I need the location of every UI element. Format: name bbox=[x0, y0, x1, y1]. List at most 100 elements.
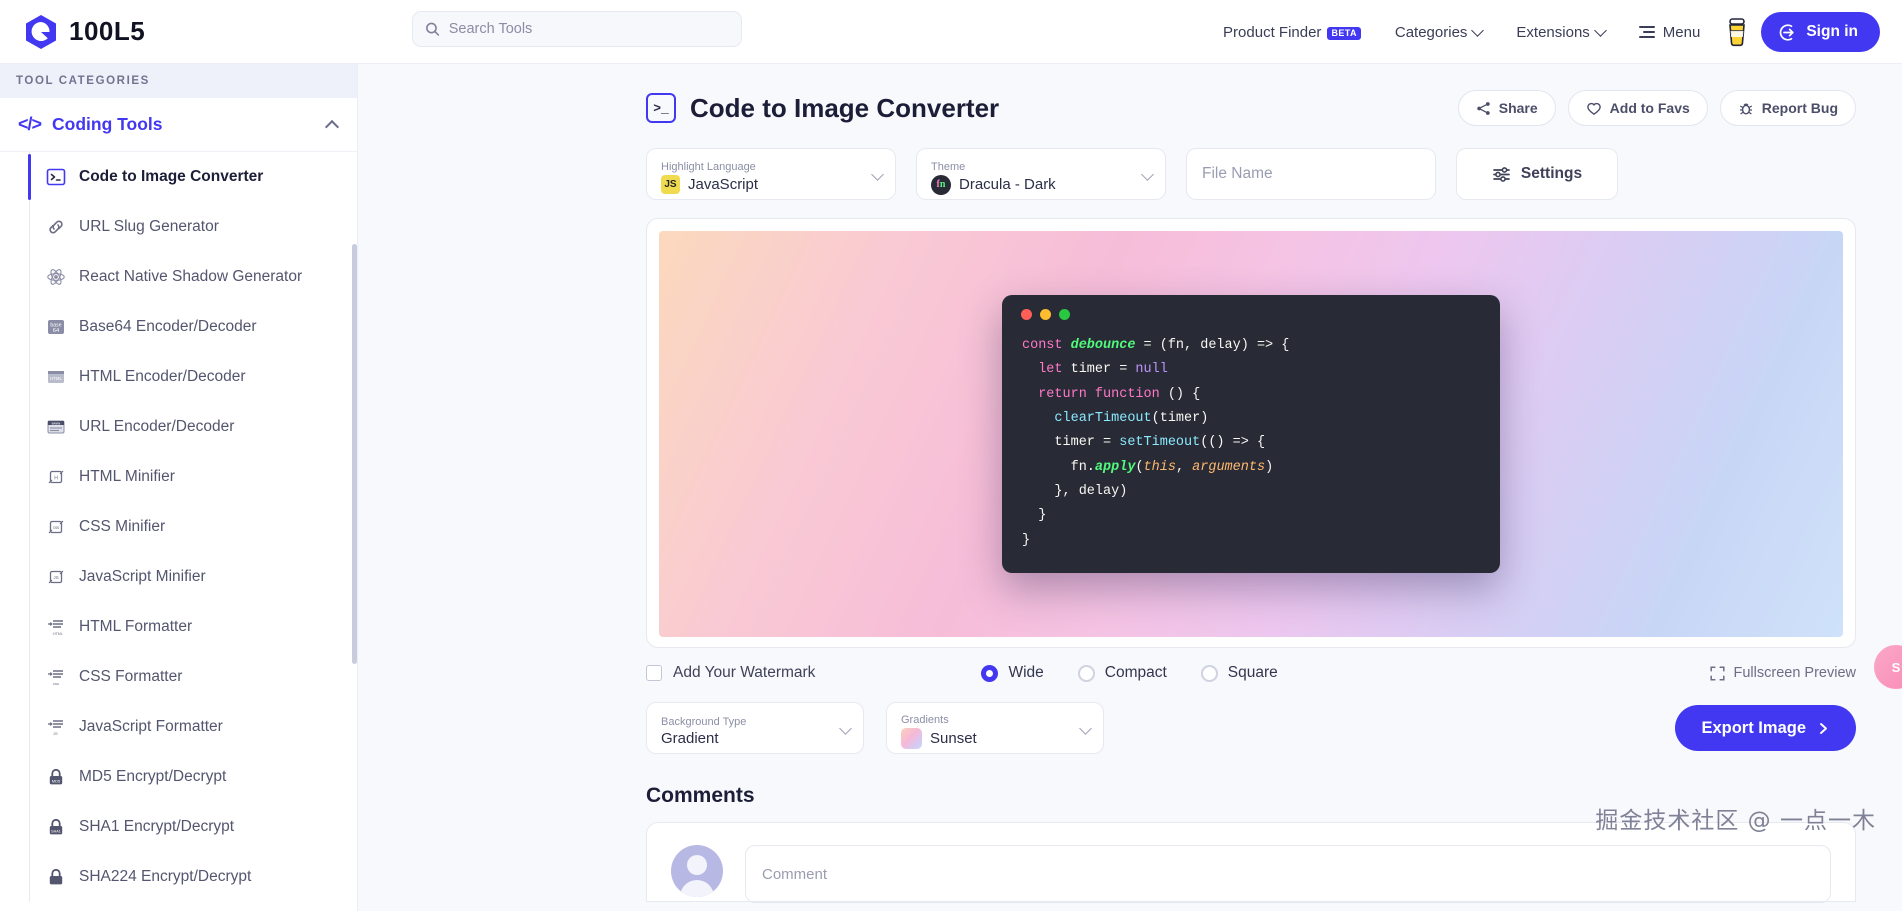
brand[interactable]: 100L5 bbox=[24, 14, 145, 50]
page-title: Code to Image Converter bbox=[690, 92, 1000, 123]
window-dot-red bbox=[1021, 309, 1032, 321]
sidebar-item-label: HTML Formatter bbox=[79, 618, 193, 635]
bottom-controls-row: Background Type Gradient Gradients Sunse… bbox=[646, 702, 1856, 754]
export-image-button[interactable]: Export Image bbox=[1675, 705, 1856, 751]
js-format-icon: JS bbox=[45, 717, 66, 738]
hexagon-logo-icon bbox=[24, 14, 58, 50]
chevron-up-icon[interactable] bbox=[324, 119, 340, 134]
background-type-select[interactable]: Background Type Gradient bbox=[646, 702, 864, 754]
html-icon: HTML bbox=[45, 367, 66, 388]
sidebar-item-css-formatter[interactable]: css CSS Formatter bbox=[29, 652, 357, 702]
js-badge-icon: JS bbox=[661, 175, 680, 194]
sidebar-item-url-slug-generator[interactable]: URL Slug Generator bbox=[29, 202, 357, 252]
size-option-label: Wide bbox=[1008, 664, 1044, 681]
sidebar-item-javascript-minifier[interactable]: JS JavaScript Minifier bbox=[29, 552, 357, 602]
nav-label: Product Finder bbox=[1223, 23, 1322, 41]
sidebar-item-sha224-encrypt-decrypt[interactable]: SHA224 Encrypt/Decrypt bbox=[29, 852, 357, 902]
file-name-field[interactable] bbox=[1186, 148, 1436, 200]
report-bug-label: Report Bug bbox=[1761, 100, 1838, 116]
bug-icon bbox=[1739, 102, 1752, 115]
gradients-select[interactable]: Gradients Sunset bbox=[886, 702, 1104, 754]
search-input[interactable] bbox=[448, 21, 729, 37]
nav-item-extensions[interactable]: Extensions bbox=[1499, 0, 1621, 64]
sidebar-item-base64-encoder-decoder[interactable]: base 64 Base64 Encoder/Decoder bbox=[29, 302, 357, 352]
html-minify-icon: H bbox=[45, 467, 66, 488]
expand-icon bbox=[1709, 665, 1725, 681]
code-window[interactable]: const debounce = (fn, delay) => { let ti… bbox=[1002, 295, 1500, 573]
main-nav: Product Finder BETA Categories Extension… bbox=[1206, 0, 1902, 64]
sidebar-item-label: CSS Formatter bbox=[79, 668, 183, 685]
size-option-label: Square bbox=[1227, 664, 1278, 681]
sign-in-button[interactable]: Sign in bbox=[1761, 12, 1880, 52]
nav-item-product-finder[interactable]: Product Finder BETA bbox=[1206, 0, 1378, 64]
sidebar-item-react-native-shadow-generator[interactable]: React Native Shadow Generator bbox=[29, 252, 357, 302]
search-icon bbox=[426, 22, 440, 36]
image-watermark: 掘金技术社区 @ 一点一木 bbox=[1595, 808, 1876, 834]
sidebar-item-css-minifier[interactable]: css CSS Minifier bbox=[29, 502, 357, 552]
size-option-square[interactable]: Square bbox=[1200, 664, 1278, 682]
base64-icon: base 64 bbox=[45, 317, 66, 338]
sidebar-item-code-to-image-converter[interactable]: Code to Image Converter bbox=[28, 152, 357, 202]
report-bug-button[interactable]: Report Bug bbox=[1719, 90, 1856, 126]
add-to-favs-button[interactable]: Add to Favs bbox=[1567, 90, 1708, 126]
dracula-theme-icon: fn bbox=[931, 174, 951, 195]
nav-label: Menu bbox=[1662, 23, 1701, 41]
radio-dot-selected[interactable] bbox=[981, 664, 999, 682]
sidebar-item-sha1-encrypt-decrypt[interactable]: SHA1 SHA1 Encrypt/Decrypt bbox=[29, 802, 357, 852]
nav-item-categories[interactable]: Categories bbox=[1378, 0, 1500, 64]
svg-text:JS: JS bbox=[53, 731, 58, 736]
sidebar-scrollbar[interactable] bbox=[352, 244, 357, 664]
sign-in-label: Sign in bbox=[1806, 23, 1858, 40]
coffee-cup-icon[interactable] bbox=[1725, 17, 1749, 47]
sidebar-item-html-minifier[interactable]: H HTML Minifier bbox=[29, 452, 357, 502]
sidebar-category-coding-tools[interactable]: </> Coding Tools bbox=[0, 98, 357, 152]
size-option-compact[interactable]: Compact bbox=[1077, 664, 1167, 682]
nav-label: Extensions bbox=[1516, 23, 1590, 41]
main-content: >_ Code to Image Converter Share Add to … bbox=[358, 64, 1902, 911]
sidebar-item-md5-encrypt-decrypt[interactable]: MD5 MD5 Encrypt/Decrypt bbox=[29, 752, 357, 802]
highlight-language-value: JavaScript bbox=[688, 176, 759, 193]
svg-text:HTML: HTML bbox=[53, 632, 63, 636]
radio-dot[interactable] bbox=[1077, 664, 1095, 682]
page-header: >_ Code to Image Converter Share Add to … bbox=[358, 64, 1902, 126]
sidebar-item-label: CSS Minifier bbox=[79, 518, 166, 535]
hamburger-menu-icon bbox=[1638, 26, 1655, 38]
svg-text:H: H bbox=[54, 475, 58, 481]
sidebar-item-label: Code to Image Converter bbox=[79, 168, 264, 185]
sidebar-item-label: MD5 Encrypt/Decrypt bbox=[79, 768, 227, 785]
size-option-label: Compact bbox=[1104, 664, 1167, 681]
highlight-language-select[interactable]: Highlight Language JS JavaScript bbox=[646, 148, 896, 200]
sidebar-item-html-formatter[interactable]: HTML HTML Formatter bbox=[29, 602, 357, 652]
watermark-checkbox[interactable] bbox=[646, 665, 662, 681]
beta-badge: BETA bbox=[1327, 26, 1361, 40]
share-label: Share bbox=[1498, 100, 1538, 116]
theme-select[interactable]: Theme fn Dracula - Dark bbox=[916, 148, 1166, 200]
sidebar-item-label: JavaScript Minifier bbox=[79, 568, 206, 585]
watermark-label[interactable]: Add Your Watermark bbox=[673, 664, 815, 682]
comment-input[interactable]: Comment bbox=[745, 845, 1831, 903]
sidebar-item-html-encoder-decoder[interactable]: HTML HTML Encoder/Decoder bbox=[29, 352, 357, 402]
file-name-input[interactable] bbox=[1202, 165, 1420, 183]
fullscreen-preview-button[interactable]: Fullscreen Preview bbox=[1709, 665, 1856, 681]
page-actions: Share Add to Favs Report Bug bbox=[1457, 90, 1856, 126]
sidebar-item-label: SHA1 Encrypt/Decrypt bbox=[79, 818, 235, 835]
settings-label: Settings bbox=[1520, 165, 1583, 182]
code-content: const debounce = (fn, delay) => { let ti… bbox=[1022, 338, 1290, 548]
sidebar-item-javascript-formatter[interactable]: JS JavaScript Formatter bbox=[29, 702, 357, 752]
chevron-down-icon bbox=[1593, 23, 1607, 37]
settings-button[interactable]: Settings bbox=[1456, 148, 1618, 200]
size-option-wide[interactable]: Wide bbox=[981, 664, 1044, 682]
gradients-value: Sunset bbox=[930, 730, 977, 747]
radio-dot[interactable] bbox=[1200, 664, 1218, 682]
nav-item-menu[interactable]: Menu bbox=[1622, 0, 1718, 64]
css-format-icon: css bbox=[45, 667, 66, 688]
share-button[interactable]: Share bbox=[1457, 90, 1556, 126]
controls-row: Highlight Language JS JavaScript Theme f… bbox=[646, 148, 1856, 200]
sidebar-item-url-encoder-decoder[interactable]: www URL Encoder/Decoder bbox=[29, 402, 357, 452]
window-dot-green bbox=[1059, 309, 1070, 321]
sidebar-item-label: URL Slug Generator bbox=[79, 218, 219, 235]
sidebar-item-label: URL Encoder/Decoder bbox=[79, 418, 235, 435]
search-box[interactable] bbox=[412, 11, 742, 47]
svg-text:www: www bbox=[51, 421, 60, 426]
sidebar-section-title: TOOL CATEGORIES bbox=[0, 64, 357, 98]
